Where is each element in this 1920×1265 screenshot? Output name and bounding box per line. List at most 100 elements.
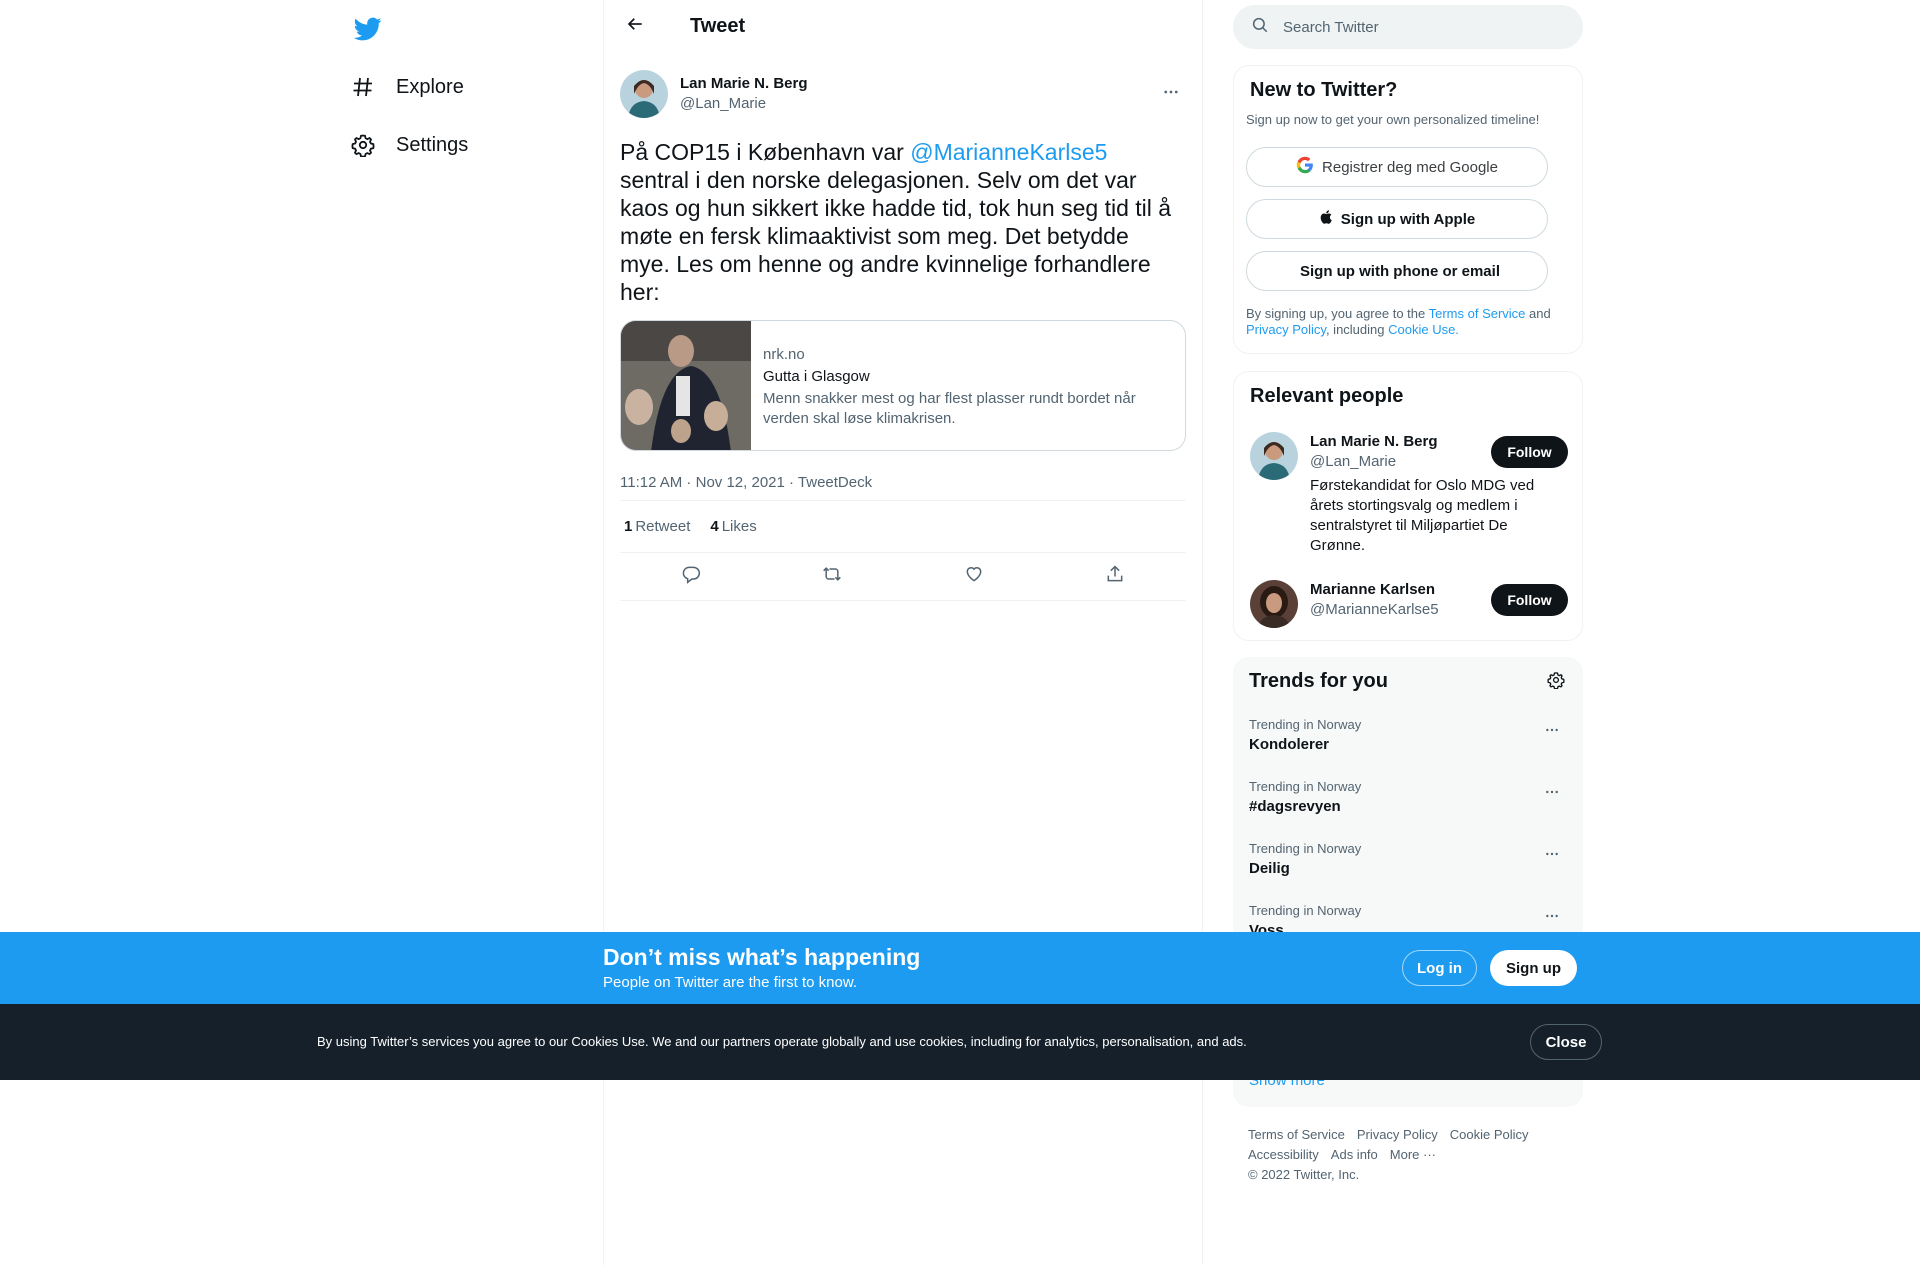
footer-link[interactable]: Privacy Policy	[1357, 1127, 1438, 1142]
person-name[interactable]: Lan Marie N. Berg	[1310, 432, 1438, 452]
trend-context: Trending in Norway	[1249, 841, 1362, 856]
trend-context: Trending in Norway	[1249, 717, 1362, 732]
apple-signup-label: Sign up with Apple	[1340, 210, 1476, 228]
like-count[interactable]: 4 Likes	[710, 518, 756, 535]
person-handle[interactable]: @Lan_Marie	[1310, 452, 1396, 472]
like-button[interactable]	[956, 559, 992, 595]
sidebar-footer: Terms of Service Privacy Policy Cookie Pol…	[1248, 1125, 1568, 1185]
hashtag-icon	[350, 74, 376, 100]
tweet-stats: 1 Retweet 4 Likes	[620, 501, 1186, 553]
nav-label-explore: Explore	[396, 75, 464, 98]
timestamp-separator: ·	[682, 474, 696, 491]
tweet-text-start: På COP15 i København var	[620, 139, 911, 165]
tweet-text: På COP15 i København var @MarianneKarlse…	[620, 138, 1180, 306]
search-input[interactable]	[1283, 18, 1563, 36]
search-bar	[1233, 5, 1583, 49]
cookie-use-link[interactable]: Cookie Use.	[1388, 322, 1459, 337]
phone-email-signup-button[interactable]: Sign up with phone or email	[1246, 251, 1548, 291]
retweet-count[interactable]: 1 Retweet	[624, 518, 690, 535]
author-name[interactable]: Lan Marie N. Berg	[680, 74, 808, 94]
back-button[interactable]	[620, 12, 650, 42]
footer-link[interactable]: Terms of Service	[1248, 1127, 1345, 1142]
apple-signup-button[interactable]: Sign up with Apple	[1246, 199, 1548, 239]
cookie-close-button[interactable]: Close	[1530, 1024, 1602, 1060]
retweet-count-value: 1	[624, 518, 633, 535]
trend-more-button[interactable]	[1537, 841, 1567, 871]
trend-name: Deilig	[1249, 860, 1290, 877]
card-title: Gutta i Glasgow	[763, 368, 870, 385]
avatar[interactable]	[620, 70, 668, 118]
share-button[interactable]	[1097, 559, 1133, 595]
person-bio: Førstekandidat for Oslo MDG ved årets st…	[1310, 477, 1535, 554]
retweet-icon	[822, 564, 842, 589]
google-signup-button[interactable]: Registrer deg med Google	[1246, 147, 1548, 187]
trend-item[interactable]: Trending in Norway Deilig	[1249, 841, 1567, 903]
person-item[interactable]: Marianne Karlsen @MarianneKarlse5 Follow	[1250, 580, 1568, 630]
card-domain: nrk.no	[763, 346, 805, 363]
retweet-count-label: Retweet	[635, 518, 691, 535]
trend-more-button[interactable]	[1537, 779, 1567, 809]
avatar[interactable]	[1250, 580, 1298, 628]
search-icon	[1251, 16, 1269, 39]
heart-icon	[964, 564, 984, 589]
trend-context: Trending in Norway	[1249, 779, 1362, 794]
footer-more-link[interactable]: More ···	[1390, 1147, 1436, 1162]
twitter-bird-icon[interactable]	[350, 11, 385, 46]
trend-more-button[interactable]	[1537, 903, 1567, 933]
follow-button[interactable]: Follow	[1491, 436, 1568, 468]
more-horizontal-icon	[1544, 722, 1560, 743]
copyright: © 2022 Twitter, Inc.	[1248, 1167, 1360, 1182]
footer-link[interactable]: Cookie Policy	[1450, 1127, 1529, 1142]
more-horizontal-icon	[1544, 908, 1560, 929]
signup-banner-subheading: People on Twitter are the first to know.	[603, 974, 858, 991]
trend-name: Kondolerer	[1249, 736, 1330, 753]
like-count-value: 4	[710, 518, 719, 535]
author-handle[interactable]: @Lan_Marie	[680, 94, 808, 114]
tweet-more-button[interactable]	[1156, 79, 1186, 109]
trend-name: #dagsrevyen	[1249, 798, 1341, 815]
timestamp-separator: ·	[784, 474, 798, 491]
tweet-source[interactable]: TweetDeck	[798, 474, 872, 491]
nav-item-explore[interactable]: Explore	[350, 62, 464, 112]
trends-settings-button[interactable]	[1543, 669, 1569, 695]
cookie-banner: By using Twitter’s services you agree to…	[0, 1004, 1920, 1080]
footer-link[interactable]: Accessibility	[1248, 1147, 1319, 1162]
person-item[interactable]: Lan Marie N. Berg @Lan_Marie Førstekandi…	[1250, 432, 1568, 562]
link-card[interactable]: nrk.no Gutta i Glasgow Menn snakker mest…	[620, 320, 1186, 451]
google-signup-label: Registrer deg med Google	[1322, 158, 1498, 176]
privacy-link[interactable]: Privacy Policy	[1246, 322, 1326, 337]
footer-link[interactable]: Ads info	[1331, 1147, 1378, 1162]
reply-icon	[681, 564, 701, 589]
new-to-twitter-title: New to Twitter?	[1250, 79, 1398, 101]
tweet-detail: Lan Marie N. Berg @Lan_Marie På COP15 i …	[604, 64, 1202, 601]
terms-link[interactable]: Terms of Service	[1429, 306, 1526, 321]
legal-text: and	[1525, 306, 1551, 321]
trends-title: Trends for you	[1249, 670, 1388, 692]
signup-banner: Don’t miss what’s happening People on Tw…	[0, 932, 1920, 1004]
signup-button[interactable]: Sign up	[1490, 950, 1577, 986]
follow-button[interactable]: Follow	[1491, 584, 1568, 616]
nav-item-settings[interactable]: Settings	[350, 120, 468, 170]
retweet-button[interactable]	[814, 559, 850, 595]
signup-banner-heading: Don’t miss what’s happening	[603, 944, 921, 970]
card-description: Menn snakker mest og har flest plasser r…	[763, 390, 1136, 427]
person-name[interactable]: Marianne Karlsen	[1310, 580, 1435, 600]
tweet-time[interactable]: 11:12 AM	[620, 474, 682, 491]
page-title: Tweet	[690, 15, 746, 37]
person-handle[interactable]: @MarianneKarlse5	[1310, 600, 1439, 620]
mention-link[interactable]: @MarianneKarlse5	[910, 139, 1107, 165]
trend-more-button[interactable]	[1537, 717, 1567, 747]
legal-text: , including	[1325, 322, 1389, 337]
nav-label-settings: Settings	[396, 133, 469, 156]
reply-button[interactable]	[673, 559, 709, 595]
new-to-twitter-panel: New to Twitter? Sign up now to get your …	[1233, 65, 1583, 354]
google-icon	[1296, 156, 1314, 178]
trend-item[interactable]: Trending in Norway #dagsrevyen	[1249, 779, 1567, 841]
login-button[interactable]: Log in	[1402, 950, 1477, 986]
card-thumbnail	[621, 321, 751, 450]
avatar[interactable]	[1250, 432, 1298, 480]
relevant-people-panel: Relevant people Lan Marie N. Berg @Lan_M…	[1233, 371, 1583, 641]
tweet-date[interactable]: Nov 12, 2021	[696, 474, 785, 491]
trend-item[interactable]: Trending in Norway Kondolerer	[1249, 717, 1567, 779]
gear-icon	[1547, 671, 1565, 694]
